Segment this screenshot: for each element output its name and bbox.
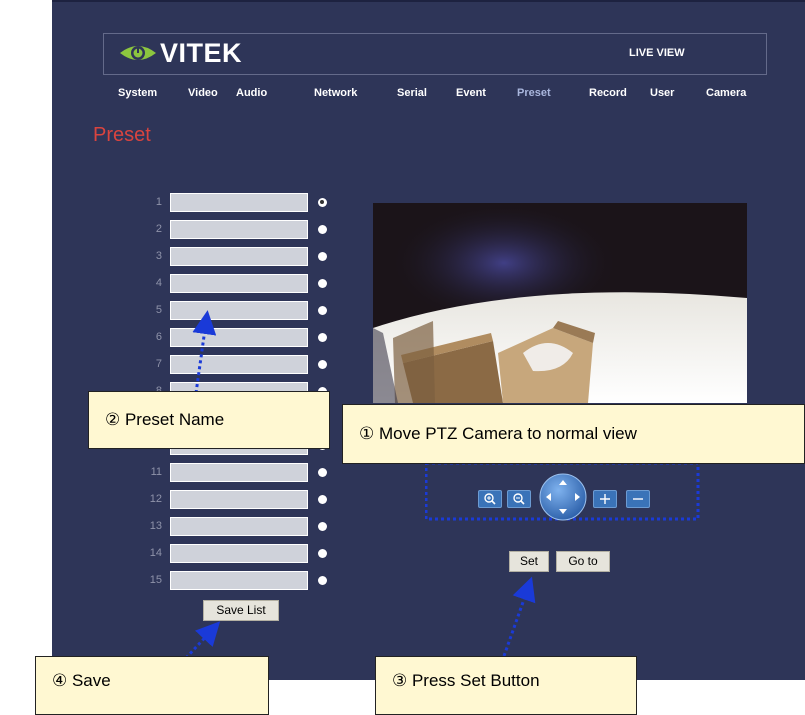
arrow-press-set [502, 576, 536, 657]
callout-move-ptz: ① Move PTZ Camera to normal view [342, 404, 805, 464]
callout-press-set: ③ Press Set Button [375, 656, 637, 715]
arrow-preset-name [192, 310, 217, 394]
callout-arrows [184, 310, 536, 660]
arrow-save [184, 621, 221, 660]
callout-preset-name: ② Preset Name [88, 391, 330, 449]
callout-save: ④ Save [35, 656, 269, 715]
